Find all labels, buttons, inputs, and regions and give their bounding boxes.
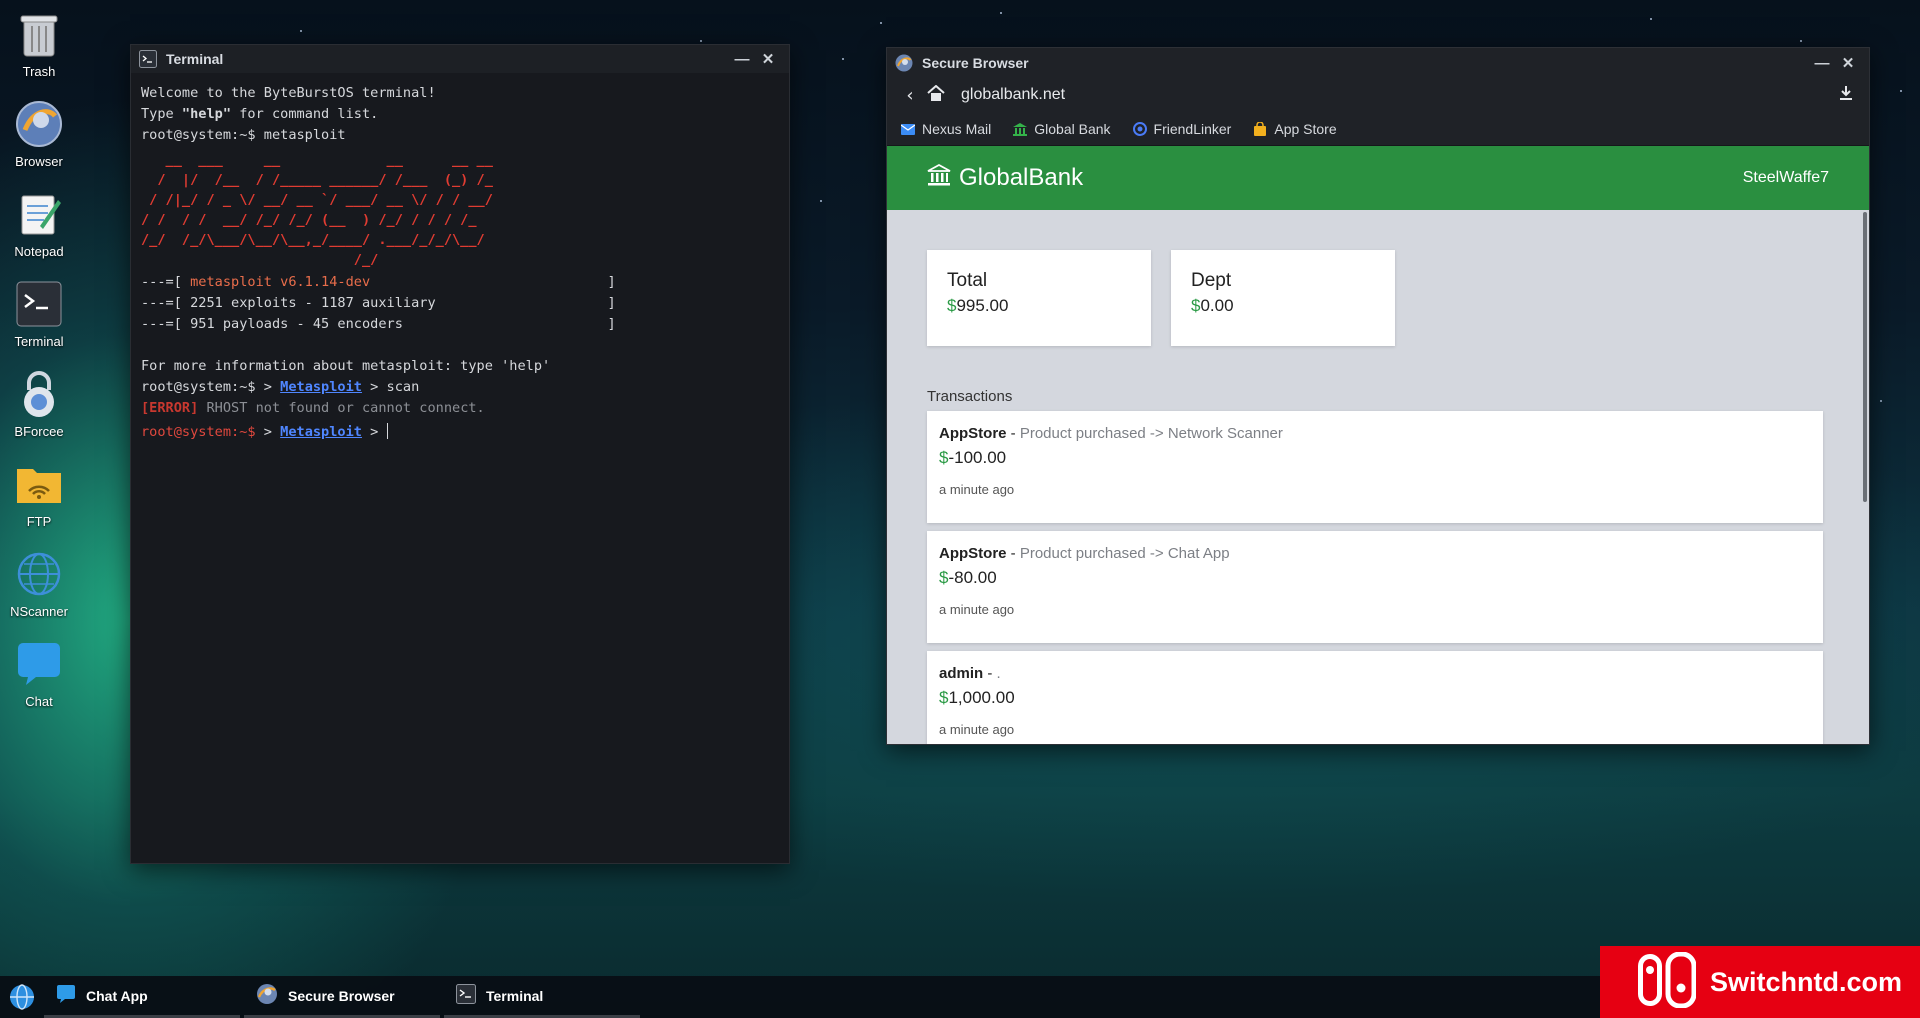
card-value: $995.00 xyxy=(947,296,1009,315)
browser-window[interactable]: Secure Browser — ✕ ‹ globalbank.net Nexu… xyxy=(886,47,1870,745)
shopping-bag-icon xyxy=(1253,120,1267,136)
help-line: Type "help" for command list. xyxy=(141,106,379,122)
desktop-icon-chat[interactable]: Chat xyxy=(0,640,78,709)
window-title: Secure Browser xyxy=(922,55,1029,71)
lock-icon xyxy=(15,370,63,418)
desktop-icon-label: Notepad xyxy=(14,244,64,259)
desktop-icon-ftp[interactable]: FTP xyxy=(0,460,78,529)
banner-line: ---=[ 2251 exploits - 1187 auxiliary ] xyxy=(141,295,616,311)
home-icon[interactable] xyxy=(923,84,949,106)
bank-logo[interactable]: GlobalBank xyxy=(927,163,1743,194)
desktop-icon-label: Browser xyxy=(15,154,63,169)
browser-globe-icon xyxy=(15,100,63,148)
desktop-icon-bforcee[interactable]: BForcee xyxy=(0,370,78,439)
card-label: Dept xyxy=(1191,270,1232,291)
start-button[interactable] xyxy=(0,976,44,1018)
transaction-item: admin - . $1,000.00 a minute ago xyxy=(927,651,1823,744)
desktop-icon-label: Chat xyxy=(25,694,53,709)
desktop-icon-label: Terminal xyxy=(14,334,64,349)
text-cursor xyxy=(386,423,388,439)
scrollbar-thumb[interactable] xyxy=(1863,212,1867,502)
taskbar-item-chat-app[interactable]: Chat App xyxy=(44,976,240,1018)
close-button[interactable]: ✕ xyxy=(755,48,781,70)
notepad-icon xyxy=(15,190,63,238)
bookmark-nexus-mail[interactable]: Nexus Mail xyxy=(900,121,991,137)
bank-header: GlobalBank SteelWaffe7 xyxy=(887,146,1869,210)
browser-titlebar[interactable]: Secure Browser — ✕ xyxy=(887,48,1869,78)
card-label: Total xyxy=(947,270,988,291)
terminal-icon xyxy=(456,984,476,1007)
input-line[interactable]: root@system:~$ > Metasploit > xyxy=(141,422,779,443)
terminal-icon xyxy=(139,50,157,68)
dept-card: Dept $0.00 xyxy=(1171,250,1395,346)
bank-icon xyxy=(1013,122,1028,136)
banner-line: ---=[ 951 payloads - 45 encoders ] xyxy=(141,316,616,332)
desktop-icon-notepad[interactable]: Notepad xyxy=(0,190,78,259)
bank-username[interactable]: SteelWaffe7 xyxy=(1743,169,1829,187)
desktop-icon-label: FTP xyxy=(26,514,52,529)
terminal-titlebar[interactable]: Terminal — ✕ xyxy=(131,45,789,73)
address-bar: ‹ globalbank.net xyxy=(887,78,1869,112)
command-line: root@system:~$ > Metasploit > scan xyxy=(141,379,420,395)
welcome-line: Welcome to the ByteBurstOS terminal! xyxy=(141,85,436,101)
trash-icon xyxy=(15,10,63,58)
bookmarks-bar: Nexus Mail Global Bank FriendLinker App … xyxy=(887,112,1869,146)
url-field[interactable]: globalbank.net xyxy=(949,86,1833,104)
desktop-icon-label: NScanner xyxy=(10,604,68,619)
bookmark-friendlinker[interactable]: FriendLinker xyxy=(1132,121,1231,137)
transaction-item: AppStore - Product purchased -> Network … xyxy=(927,411,1823,523)
friendlinker-icon xyxy=(1132,121,1147,136)
terminal-output[interactable]: Welcome to the ByteBurstOS terminal! Type… xyxy=(131,73,789,453)
desktop-icon-terminal[interactable]: Terminal xyxy=(0,280,78,349)
taskbar-item-terminal[interactable]: Terminal xyxy=(444,976,640,1018)
metasploit-ascii-logo: __ ___ __ __ __ __ / |/ /__ / /_____ ___… xyxy=(141,152,493,268)
desktop-icon-label: Trash xyxy=(22,64,56,79)
command-line: root@system:~$ metasploit xyxy=(141,127,346,143)
network-globe-icon xyxy=(15,550,63,598)
watermark-text: Switchntd.com xyxy=(1710,966,1903,997)
chat-bubble-icon xyxy=(56,984,76,1007)
browser-globe-icon xyxy=(895,54,913,72)
total-card: Total $995.00 xyxy=(927,250,1151,346)
page-scrollbar[interactable] xyxy=(1861,210,1869,744)
mail-icon xyxy=(900,122,916,136)
start-globe-icon xyxy=(10,984,34,1010)
desktop-icon-trash[interactable]: Trash xyxy=(0,10,78,79)
desktop-icon-label: BForcee xyxy=(14,424,64,439)
card-value: $0.00 xyxy=(1191,296,1234,315)
taskbar-item-secure-browser[interactable]: Secure Browser xyxy=(244,976,440,1018)
watermark: Switchntd.com xyxy=(1600,946,1920,1018)
minimize-button[interactable]: — xyxy=(1809,52,1835,74)
desktop-icon-nscanner[interactable]: NScanner xyxy=(0,550,78,619)
transactions-heading: Transactions xyxy=(927,388,1013,405)
bank-content: Total $995.00 Dept $0.00 Transactions Ap… xyxy=(887,210,1861,744)
bookmark-app-store[interactable]: App Store xyxy=(1253,120,1337,137)
terminal-icon xyxy=(15,280,63,328)
balance-cards: Total $995.00 Dept $0.00 xyxy=(927,250,1821,346)
terminal-window[interactable]: Terminal — ✕ Welcome to the ByteBurstOS … xyxy=(130,44,790,864)
banner-line: ---=[ metasploit v6.1.14-dev ] xyxy=(141,274,616,290)
bank-name: GlobalBank xyxy=(959,164,1084,191)
desktop-icon-browser[interactable]: Browser xyxy=(0,100,78,169)
download-icon[interactable] xyxy=(1833,85,1859,106)
browser-globe-icon xyxy=(256,983,278,1008)
switch-logo-icon xyxy=(1636,951,1697,1012)
close-button[interactable]: ✕ xyxy=(1835,52,1861,74)
back-chevron-icon[interactable]: ‹ xyxy=(897,85,923,106)
window-title: Terminal xyxy=(166,51,224,67)
info-line: For more information about metasploit: t… xyxy=(141,358,551,374)
chat-bubble-icon xyxy=(15,640,63,688)
bank-icon xyxy=(927,163,951,194)
minimize-button[interactable]: — xyxy=(729,48,755,70)
error-line: [ERROR] RHOST not found or cannot connec… xyxy=(141,400,485,416)
folder-wifi-icon xyxy=(15,460,63,508)
transaction-item: AppStore - Product purchased -> Chat App… xyxy=(927,531,1823,643)
bookmark-global-bank[interactable]: Global Bank xyxy=(1013,121,1111,137)
